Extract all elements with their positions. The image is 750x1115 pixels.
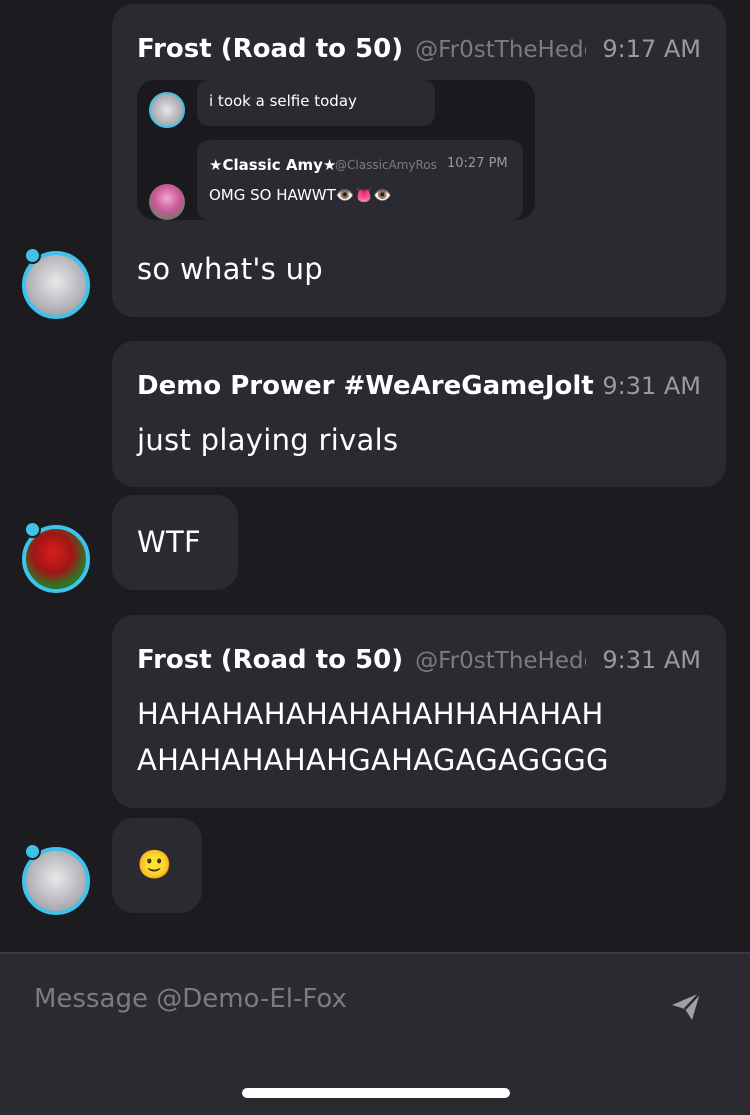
message-text-line: HAHAHAHAHAHAHAHHAHAHAH bbox=[137, 697, 604, 731]
status-badge bbox=[24, 247, 41, 264]
message-text-line: AHAHAHAHAHGAHAGAGAGGGG bbox=[137, 743, 609, 777]
embed-message-bubble: i took a selfie today bbox=[197, 80, 435, 126]
embed-reply-text: OMG SO HAWWT👁️👅👁️ bbox=[209, 186, 392, 204]
author-name[interactable]: Frost (Road to 50) bbox=[137, 34, 403, 64]
author-handle[interactable]: @Fr0stTheHedgehog bbox=[415, 37, 586, 63]
message-header: Frost (Road to 50) @Fr0stTheHedgehog 9:1… bbox=[137, 34, 701, 74]
status-badge bbox=[24, 521, 41, 538]
message-input[interactable]: Message @Demo-El-Fox bbox=[34, 984, 347, 1014]
message-bubble[interactable]: WTF bbox=[112, 495, 238, 590]
author-name[interactable]: Frost (Road to 50) bbox=[137, 645, 403, 675]
embed-reply-handle: @ClassicAmyRose bbox=[335, 158, 437, 172]
avatar bbox=[149, 184, 185, 220]
message-bubble[interactable]: 🙂 bbox=[112, 818, 202, 913]
send-button[interactable] bbox=[668, 988, 704, 1024]
embed-reply-bubble: ★Classic Amy★ @ClassicAmyRose 10:27 PM O… bbox=[197, 140, 523, 220]
message-text: so what's up bbox=[137, 252, 323, 286]
message-bubble[interactable]: Frost (Road to 50) @Fr0stTheHedgehog 9:1… bbox=[112, 4, 726, 317]
message-timestamp: 9:31 AM bbox=[602, 646, 701, 674]
embed-reply-author: ★Classic Amy★ bbox=[209, 156, 337, 174]
message-header: Demo Prower #WeAreGameJolt 9:31 AM bbox=[137, 371, 701, 411]
message-bubble[interactable]: Frost (Road to 50) @Fr0stTheHedgehog 9:3… bbox=[112, 615, 726, 808]
send-icon bbox=[672, 992, 701, 1020]
status-badge bbox=[24, 843, 41, 860]
message-timestamp: 9:31 AM bbox=[602, 372, 701, 400]
message-timestamp: 9:17 AM bbox=[602, 35, 701, 63]
shared-message-embed[interactable]: i took a selfie today ★Classic Amy★ @Cla… bbox=[137, 80, 535, 220]
message-header: Frost (Road to 50) @Fr0stTheHedgehog 9:3… bbox=[137, 645, 701, 685]
author-name[interactable]: Demo Prower #WeAreGameJolt bbox=[137, 371, 594, 401]
message-text: WTF bbox=[137, 525, 201, 559]
message-text: just playing rivals bbox=[137, 423, 399, 457]
author-handle[interactable]: @Fr0stTheHedgehog bbox=[415, 648, 586, 674]
message-bubble[interactable]: Demo Prower #WeAreGameJolt 9:31 AM just … bbox=[112, 341, 726, 487]
embed-message-text: i took a selfie today bbox=[209, 92, 357, 110]
home-indicator bbox=[242, 1088, 510, 1098]
message-emoji: 🙂 bbox=[137, 848, 173, 881]
avatar bbox=[149, 92, 185, 128]
embed-reply-timestamp: 10:27 PM bbox=[447, 156, 508, 171]
